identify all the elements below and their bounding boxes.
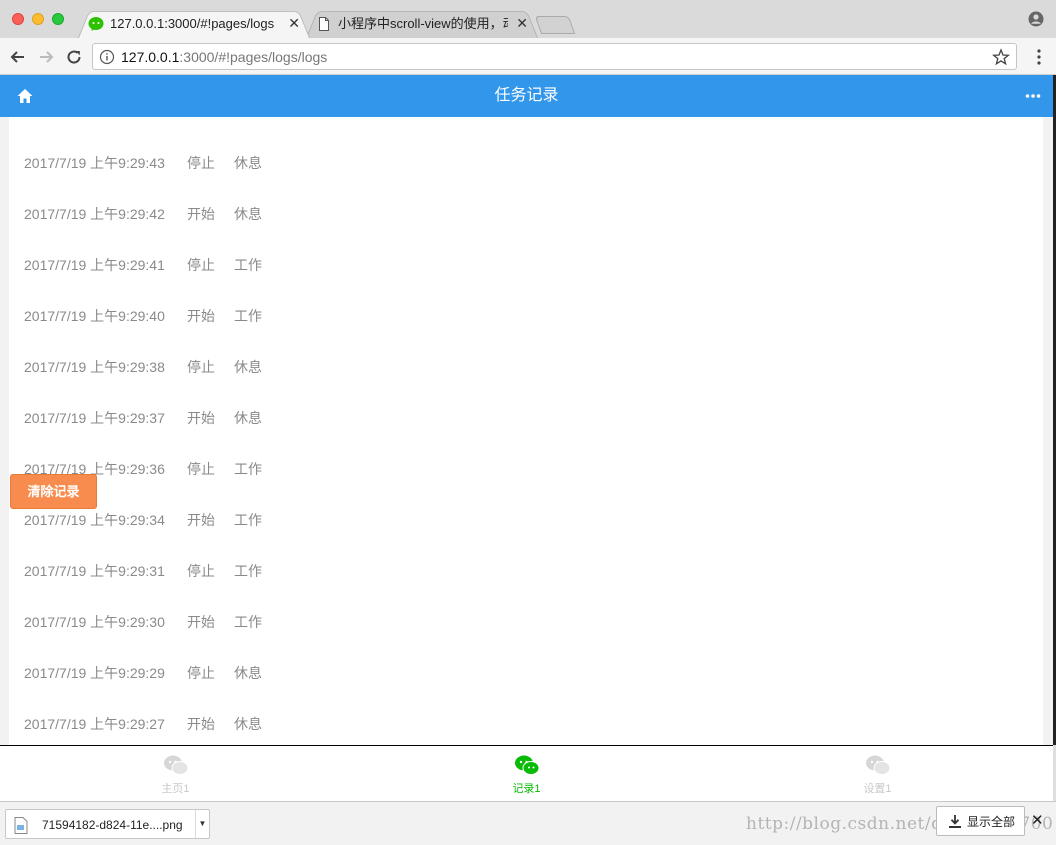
window-minimize-button[interactable] [32,13,44,25]
chevron-down-icon[interactable]: ▼ [195,810,209,838]
info-icon[interactable] [99,49,115,65]
profile-icon[interactable] [1028,11,1044,27]
log-action: 开始 [187,511,215,528]
window-close-button[interactable] [12,13,24,25]
download-item[interactable]: 71594182-d824-11e....png ▼ [5,809,210,839]
clear-logs-button[interactable]: 清除记录 [10,474,97,509]
wechat-icon [164,755,189,775]
show-all-label: 显示全部 [967,815,1016,829]
window-zoom-button[interactable] [52,13,64,25]
log-time: 2017/7/19 上午9:29:29 [24,664,165,681]
log-item: 2017/7/19 上午9:29:42 开始 休息 [9,188,1043,239]
url-text: 127.0.0.1:3000/#!pages/logs/logs [121,49,327,65]
show-all-downloads-button[interactable]: 显示全部 [936,806,1025,836]
log-action: 开始 [187,205,215,222]
page-content: 2017/7/19 上午9:29:43 停止 休息 2017/7/19 上午9:29… [0,117,1053,745]
browser-tabstrip: 127.0.0.1:3000/#!pages/logs ✕ 小程序中scroll… [0,0,1056,38]
more-icon[interactable] [1025,93,1041,99]
log-type: 休息 [234,715,262,732]
document-icon [319,17,329,31]
tabbar-label: 记录1 [512,783,541,795]
log-action: 停止 [187,562,215,579]
log-action: 开始 [187,409,215,426]
log-time: 2017/7/19 上午9:29:42 [24,205,165,222]
log-list: 2017/7/19 上午9:29:43 停止 休息 2017/7/19 上午9:29… [9,137,1043,745]
log-time: 2017/7/19 上午9:29:31 [24,562,165,579]
log-item: 2017/7/19 上午9:29:41 停止 工作 [9,239,1043,290]
log-type: 休息 [234,154,262,171]
app-tabbar: 主页1 记录1 设置1 [0,745,1053,801]
log-item: 2017/7/19 上午9:29:34 开始 工作 [9,494,1043,545]
log-action: 停止 [187,154,215,171]
log-type: 工作 [234,307,262,324]
log-time: 2017/7/19 上午9:29:37 [24,409,165,426]
wechat-icon [515,755,540,775]
browser-toolbar: 127.0.0.1:3000/#!pages/logs/logs [0,38,1056,75]
log-type: 休息 [234,358,262,375]
url-path: :3000/#!pages/logs/logs [179,49,328,65]
back-arrow-icon[interactable] [8,47,28,67]
log-item: 2017/7/19 上午9:29:37 开始 休息 [9,392,1043,443]
log-type: 工作 [234,460,262,477]
browser-tab-article[interactable]: 小程序中scroll-view的使用，动态 ✕ [306,8,538,38]
log-item: 2017/7/19 上午9:29:30 开始 工作 [9,596,1043,647]
browser-menu-icon[interactable] [1036,47,1042,67]
log-action: 开始 [187,307,215,324]
tab-close-icon[interactable]: ✕ [516,15,528,31]
forward-arrow-icon[interactable] [36,47,56,67]
wechat-icon [866,755,891,775]
log-time: 2017/7/19 上午9:29:41 [24,256,165,273]
log-action: 停止 [187,358,215,375]
tab-label: 小程序中scroll-view的使用，动态 [338,16,508,31]
tabbar-label: 设置1 [863,783,892,795]
log-action: 停止 [187,460,215,477]
tab-close-icon[interactable]: ✕ [288,15,300,31]
tabbar-item-logs[interactable]: 记录1 [351,746,702,802]
log-type: 休息 [234,409,262,426]
page-title: 任务记录 [494,87,559,104]
log-action: 开始 [187,613,215,630]
log-type: 工作 [234,256,262,273]
log-action: 停止 [187,664,215,681]
tabbar-item-home[interactable]: 主页1 [0,746,351,802]
tabbar-item-settings[interactable]: 设置1 [702,746,1053,802]
log-action: 开始 [187,715,215,732]
reload-icon[interactable] [64,47,84,67]
log-time: 2017/7/19 上午9:29:30 [24,613,165,630]
log-scroll-view[interactable]: 2017/7/19 上午9:29:43 停止 休息 2017/7/19 上午9:29… [9,117,1043,745]
log-item: 2017/7/19 上午9:29:29 停止 休息 [9,647,1043,698]
log-time: 2017/7/19 上午9:29:34 [24,511,165,528]
log-item: 2017/7/19 上午9:29:38 停止 休息 [9,341,1043,392]
log-type: 工作 [234,511,262,528]
download-icon [949,815,961,828]
log-type: 休息 [234,205,262,222]
log-time: 2017/7/19 上午9:29:43 [24,154,165,171]
log-item: 2017/7/19 上午9:29:36 停止 工作 [9,443,1043,494]
log-action: 停止 [187,256,215,273]
log-time: 2017/7/19 上午9:29:38 [24,358,165,375]
download-filename: 71594182-d824-11e....png [42,818,183,832]
log-type: 工作 [234,613,262,630]
log-time: 2017/7/19 上午9:29:27 [24,715,165,732]
bookmark-star-icon[interactable] [992,48,1010,66]
browser-tab-logs[interactable]: 127.0.0.1:3000/#!pages/logs ✕ [78,8,310,38]
image-file-icon [14,817,28,834]
log-time: 2017/7/19 上午9:29:40 [24,307,165,324]
log-type: 休息 [234,664,262,681]
tab-label: 127.0.0.1:3000/#!pages/logs [110,16,275,31]
new-tab-button[interactable] [534,16,576,34]
log-item: 2017/7/19 上午9:29:43 停止 休息 [9,137,1043,188]
log-item: 2017/7/19 上午9:29:27 开始 休息 [9,698,1043,745]
app-navbar: 任务记录 [0,75,1053,117]
url-host: 127.0.0.1 [121,49,180,65]
log-item: 2017/7/19 上午9:29:31 停止 工作 [9,545,1043,596]
log-item: 2017/7/19 上午9:29:40 开始 工作 [9,290,1043,341]
log-type: 工作 [234,562,262,579]
tabbar-label: 主页1 [161,783,190,795]
close-icon[interactable]: ✕ [1031,813,1044,829]
address-bar[interactable]: 127.0.0.1:3000/#!pages/logs/logs [92,43,1017,70]
wechat-icon [88,17,104,31]
